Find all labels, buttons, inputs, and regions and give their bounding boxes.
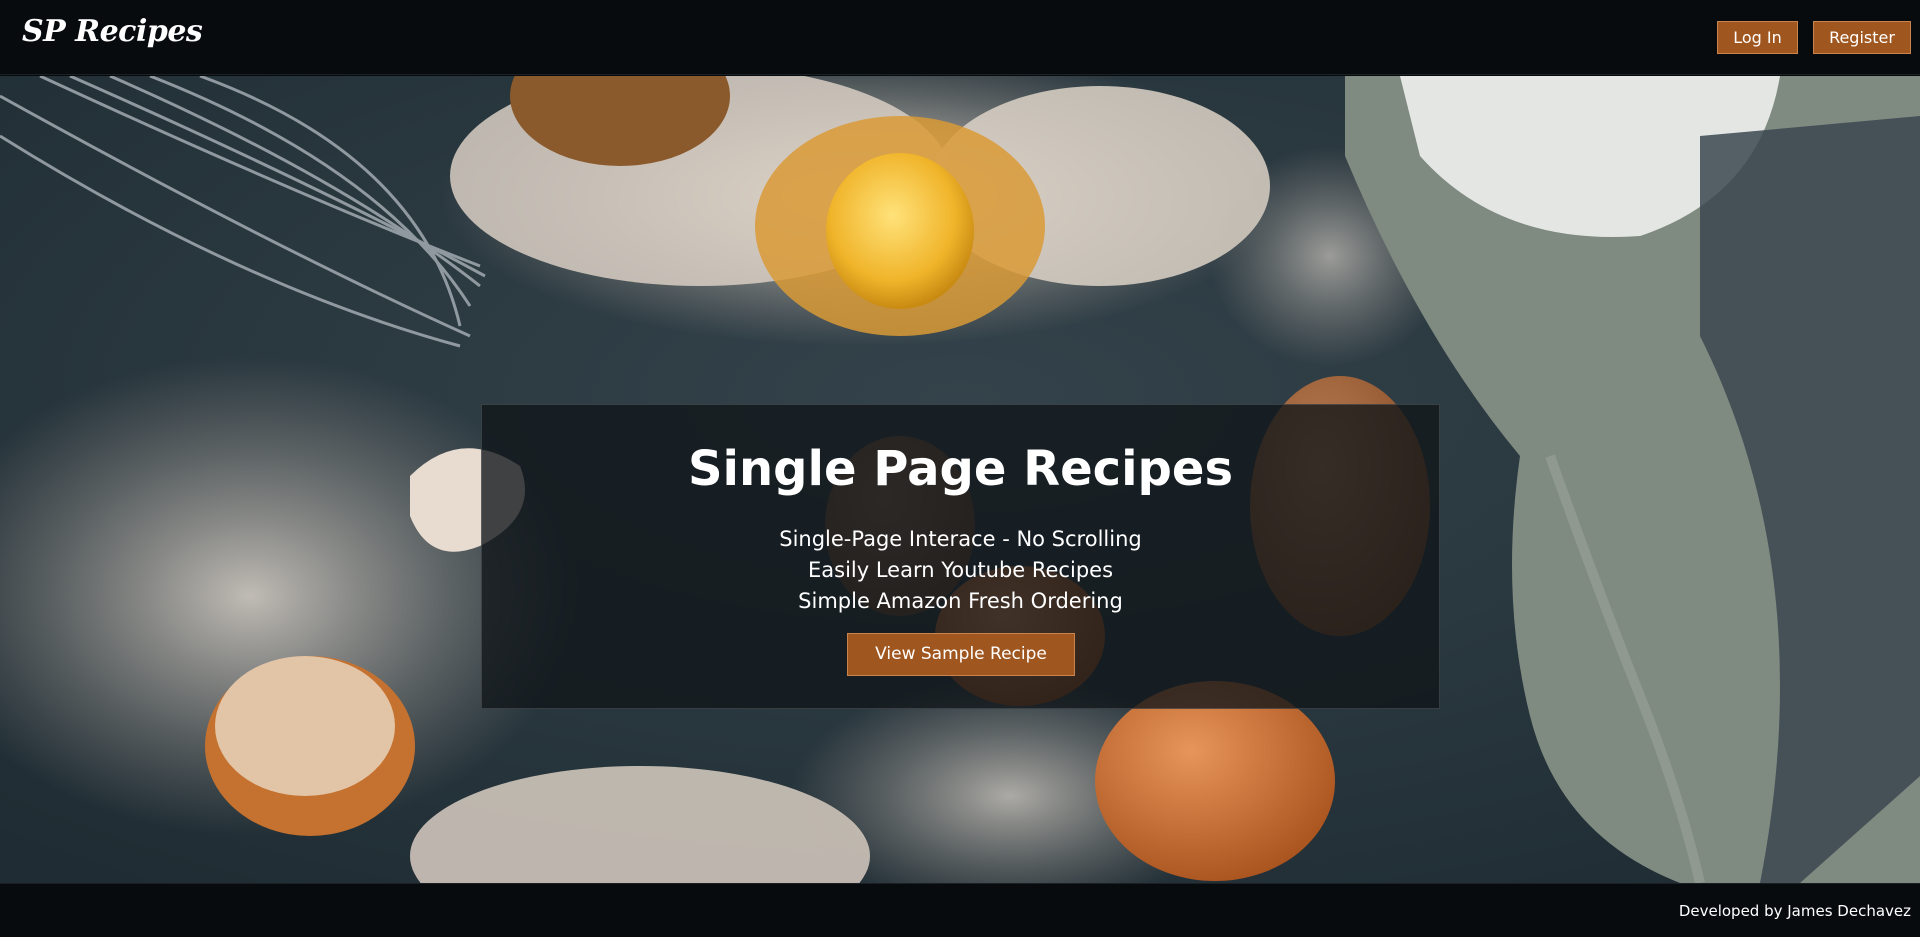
login-button[interactable]: Log In [1717,21,1798,54]
view-sample-recipe-button[interactable]: View Sample Recipe [847,633,1075,676]
top-nav-bar: SP Recipes Log In Register [0,0,1920,75]
feature-line: Easily Learn Youtube Recipes [807,558,1114,582]
hero-card: Single Page Recipes Single-Page Interace… [481,404,1440,709]
hero-title: Single Page Recipes [687,441,1234,497]
footer-credit: Developed by James Dechavez [1678,902,1911,920]
feature-line: Simple Amazon Fresh Ordering [798,589,1123,613]
hero-section: Single Page Recipes Single-Page Interace… [0,76,1920,883]
feature-line: Single-Page Interace - No Scrolling [779,527,1142,551]
register-button[interactable]: Register [1813,21,1911,54]
footer-bar: Developed by James Dechavez [0,883,1920,937]
site-logo[interactable]: SP Recipes [22,14,203,49]
